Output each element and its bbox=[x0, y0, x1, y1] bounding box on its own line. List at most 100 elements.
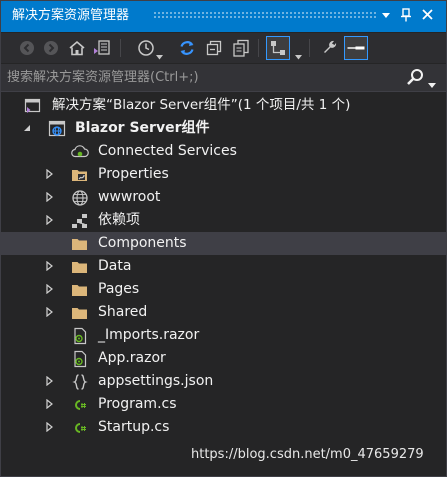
tree-row-properties[interactable]: Properties bbox=[1, 163, 446, 186]
tree-row-pages[interactable]: Pages bbox=[1, 278, 446, 301]
wrench-icon bbox=[324, 40, 337, 53]
forward-icon bbox=[44, 41, 58, 55]
switch-views-button[interactable] bbox=[91, 37, 113, 59]
tree-item-label: Properties bbox=[98, 166, 169, 182]
expand-arrow-icon[interactable] bbox=[44, 261, 54, 271]
csharp-file-icon bbox=[71, 396, 89, 414]
window-position-dropdown-button[interactable] bbox=[378, 8, 394, 24]
connected-services-icon bbox=[71, 143, 89, 161]
collapse-arrow-icon[interactable] bbox=[22, 123, 32, 133]
toolbar-separator bbox=[309, 39, 310, 57]
properties-folder-icon bbox=[71, 166, 89, 184]
tree-row-appsettings-json[interactable]: appsettings.json bbox=[1, 370, 446, 393]
expand-arrow-icon[interactable] bbox=[44, 399, 54, 409]
sync-icon bbox=[180, 41, 194, 55]
pending-changes-filter-button[interactable] bbox=[135, 37, 157, 59]
collapse-all-button[interactable] bbox=[203, 37, 225, 59]
solution-explorer-panel: 解决方案资源管理器 搜索解决方案资源管理器(Ctrl+;) 解决方案“Blazo… bbox=[0, 0, 447, 477]
tree-row-startup-cs[interactable]: Startup.cs bbox=[1, 416, 446, 439]
home-button[interactable] bbox=[66, 37, 88, 59]
tree-item-label: 解决方案“Blazor Server组件”(1 个项目/共 1 个) bbox=[52, 97, 351, 113]
pending-changes-filter-icon bbox=[138, 40, 154, 56]
razor-file-icon bbox=[71, 327, 89, 345]
tree-item-label: Pages bbox=[98, 281, 140, 297]
chevron-down-icon bbox=[156, 55, 163, 60]
watermark: https://blog.csdn.net/m0_47659279 bbox=[191, 447, 424, 462]
solution-icon bbox=[24, 97, 42, 115]
tree-item-label: Blazor Server组件 bbox=[75, 120, 210, 136]
collapse-all-icon bbox=[206, 40, 222, 56]
search-bar bbox=[1, 64, 446, 92]
search-options-dropdown[interactable] bbox=[428, 73, 436, 92]
properties-icon bbox=[271, 41, 285, 55]
tree-row-imports-razor[interactable]: _Imports.razor bbox=[1, 324, 446, 347]
preview-icon bbox=[347, 46, 365, 50]
search-button[interactable] bbox=[406, 68, 424, 86]
switch-views-icon bbox=[94, 40, 110, 55]
toolbar-separator bbox=[258, 39, 259, 57]
toolbar-separator bbox=[120, 39, 121, 57]
title-bar-grip[interactable] bbox=[153, 11, 376, 18]
folder-icon bbox=[71, 304, 89, 322]
tree-row-solution[interactable]: 解决方案“Blazor Server组件”(1 个项目/共 1 个) bbox=[1, 94, 446, 117]
back-button[interactable] bbox=[16, 37, 38, 59]
tree-item-label: wwwroot bbox=[98, 189, 161, 205]
home-icon bbox=[69, 40, 85, 56]
json-file-icon bbox=[71, 373, 89, 391]
razor-file-icon bbox=[71, 350, 89, 368]
dependencies-icon bbox=[71, 212, 89, 230]
close-button[interactable] bbox=[419, 8, 435, 24]
title-bar: 解决方案资源管理器 bbox=[1, 1, 446, 32]
tree-item-label: appsettings.json bbox=[98, 373, 214, 389]
close-icon bbox=[421, 9, 433, 20]
tree-item-label: Startup.cs bbox=[98, 419, 170, 435]
tree-row-program-cs[interactable]: Program.cs bbox=[1, 393, 446, 416]
expand-arrow-icon[interactable] bbox=[44, 192, 54, 202]
expand-arrow-icon[interactable] bbox=[44, 376, 54, 386]
back-icon bbox=[20, 41, 34, 55]
tree-row-app-razor[interactable]: App.razor bbox=[1, 347, 446, 370]
tree-item-label: Shared bbox=[98, 304, 148, 320]
chevron-down-icon bbox=[382, 13, 390, 18]
tree-item-label: App.razor bbox=[98, 350, 166, 366]
pin-icon bbox=[401, 8, 411, 22]
web-project-icon bbox=[48, 120, 66, 138]
folder-icon bbox=[71, 235, 89, 253]
tree-item-label: 依赖项 bbox=[98, 212, 140, 228]
properties-button[interactable] bbox=[266, 36, 290, 60]
tree-item-label: Data bbox=[98, 258, 132, 274]
tree-row-data[interactable]: Data bbox=[1, 255, 446, 278]
expand-arrow-icon[interactable] bbox=[44, 284, 54, 294]
show-all-files-icon bbox=[233, 39, 249, 57]
panel-title: 解决方案资源管理器 bbox=[12, 8, 130, 23]
forward-button[interactable] bbox=[40, 37, 62, 59]
expand-arrow-icon[interactable] bbox=[44, 422, 54, 432]
properties-dropdown[interactable] bbox=[295, 45, 302, 64]
tree-row-wwwroot[interactable]: wwwroot bbox=[1, 186, 446, 209]
chevron-down-icon bbox=[428, 83, 436, 88]
folder-icon bbox=[71, 281, 89, 299]
search-icon bbox=[407, 69, 423, 85]
pending-changes-dropdown[interactable] bbox=[156, 45, 163, 64]
tree-row-shared[interactable]: Shared bbox=[1, 301, 446, 324]
expand-arrow-icon[interactable] bbox=[44, 215, 54, 225]
tree-item-label: Program.cs bbox=[98, 396, 177, 412]
chevron-down-icon bbox=[295, 55, 302, 60]
tree-item-label: _Imports.razor bbox=[98, 327, 200, 343]
expand-arrow-icon[interactable] bbox=[44, 307, 54, 317]
sync-button[interactable] bbox=[176, 37, 198, 59]
csharp-file-icon bbox=[71, 419, 89, 437]
auto-hide-pin-button[interactable] bbox=[398, 8, 414, 24]
tree-row-components[interactable]: Components bbox=[1, 232, 446, 255]
show-all-files-button[interactable] bbox=[230, 37, 252, 59]
search-input[interactable] bbox=[7, 64, 397, 91]
tree-row-project[interactable]: Blazor Server组件 bbox=[1, 117, 446, 140]
folder-icon bbox=[71, 258, 89, 276]
tree-row-connected-services[interactable]: Connected Services bbox=[1, 140, 446, 163]
toolbar bbox=[1, 33, 446, 63]
tree-row-dependencies[interactable]: 依赖项 bbox=[1, 209, 446, 232]
expand-arrow-icon[interactable] bbox=[44, 169, 54, 179]
tree-item-label: Components bbox=[98, 235, 187, 251]
preview-selected-items-button[interactable] bbox=[344, 36, 368, 60]
settings-button[interactable] bbox=[319, 37, 341, 59]
